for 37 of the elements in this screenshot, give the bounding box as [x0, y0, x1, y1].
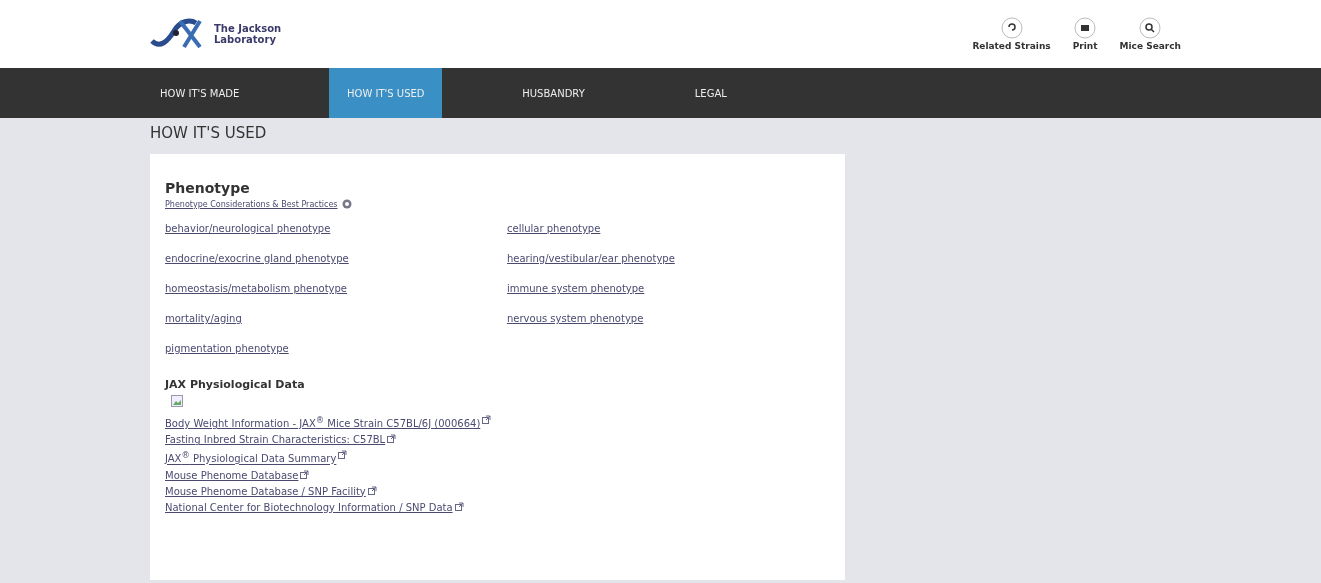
printer-icon — [1074, 17, 1097, 39]
phenotype-link[interactable]: nervous system phenotype — [507, 313, 644, 324]
related-button[interactable]: Related Strains — [972, 17, 1051, 51]
phenotype-link[interactable]: hearing/vestibular/ear phenotype — [507, 253, 675, 264]
phenotype-link[interactable]: immune system phenotype — [507, 283, 645, 294]
data-link[interactable]: Fasting Inbred Strain Characteristics: C57BL — [165, 434, 386, 446]
help-icon — [341, 199, 352, 209]
external-link-icon — [338, 450, 348, 460]
refresh-icon — [1000, 17, 1023, 39]
section-title: JAX Physiological Data — [165, 378, 306, 391]
nav-tab[interactable]: HOW IT'S MADE — [140, 68, 260, 118]
data-link[interactable]: JAX$^{®}$ Physiological Data Summary — [165, 450, 337, 465]
data-link[interactable]: Mouse Phenome Database / SNP Facility — [165, 485, 366, 497]
external-link-icon — [367, 485, 377, 495]
external-link-icon — [482, 415, 492, 424]
data-link[interactable]: Mouse Phenome Database — [165, 469, 299, 481]
phenotype-link[interactable]: cellular phenotype — [507, 223, 601, 234]
phenotype-link[interactable]: homeostasis/metabolism phenotype — [165, 283, 348, 294]
broken-image-icon — [171, 395, 183, 407]
phenotype-link[interactable]: mortality/aging — [165, 313, 242, 324]
logo-text: The Jackson Laboratory — [214, 23, 282, 45]
external-link-icon — [454, 501, 464, 511]
phenotype-link[interactable]: endocrine/exocrine gland phenotype — [165, 253, 349, 264]
search-button[interactable]: Mice Search — [1119, 17, 1181, 51]
print-button[interactable]: Print — [1072, 17, 1098, 51]
phenotype-link[interactable]: behavior/neurological phenotype — [165, 223, 331, 234]
external-link-icon — [387, 434, 397, 444]
phenotype-link[interactable]: pigmentation phenotype — [165, 343, 289, 354]
nav-tab[interactable]: HUSBANDRY — [502, 68, 605, 118]
data-link[interactable]: National Center for Biotechnology Information / SNP Data — [165, 501, 453, 513]
nav-tab[interactable]: LEGAL — [674, 68, 747, 118]
help-link[interactable]: Phenotype Considerations & Best Practices — [165, 199, 338, 209]
page-title: HOW IT'S USED — [150, 124, 268, 142]
data-link[interactable]: Body Weight Information - JAX$^{®}$ Mice Strain C57BL/6J (000664) — [165, 415, 481, 430]
search-icon — [1139, 17, 1162, 39]
external-link-icon — [300, 469, 310, 479]
section-title: Phenotype — [165, 180, 251, 196]
